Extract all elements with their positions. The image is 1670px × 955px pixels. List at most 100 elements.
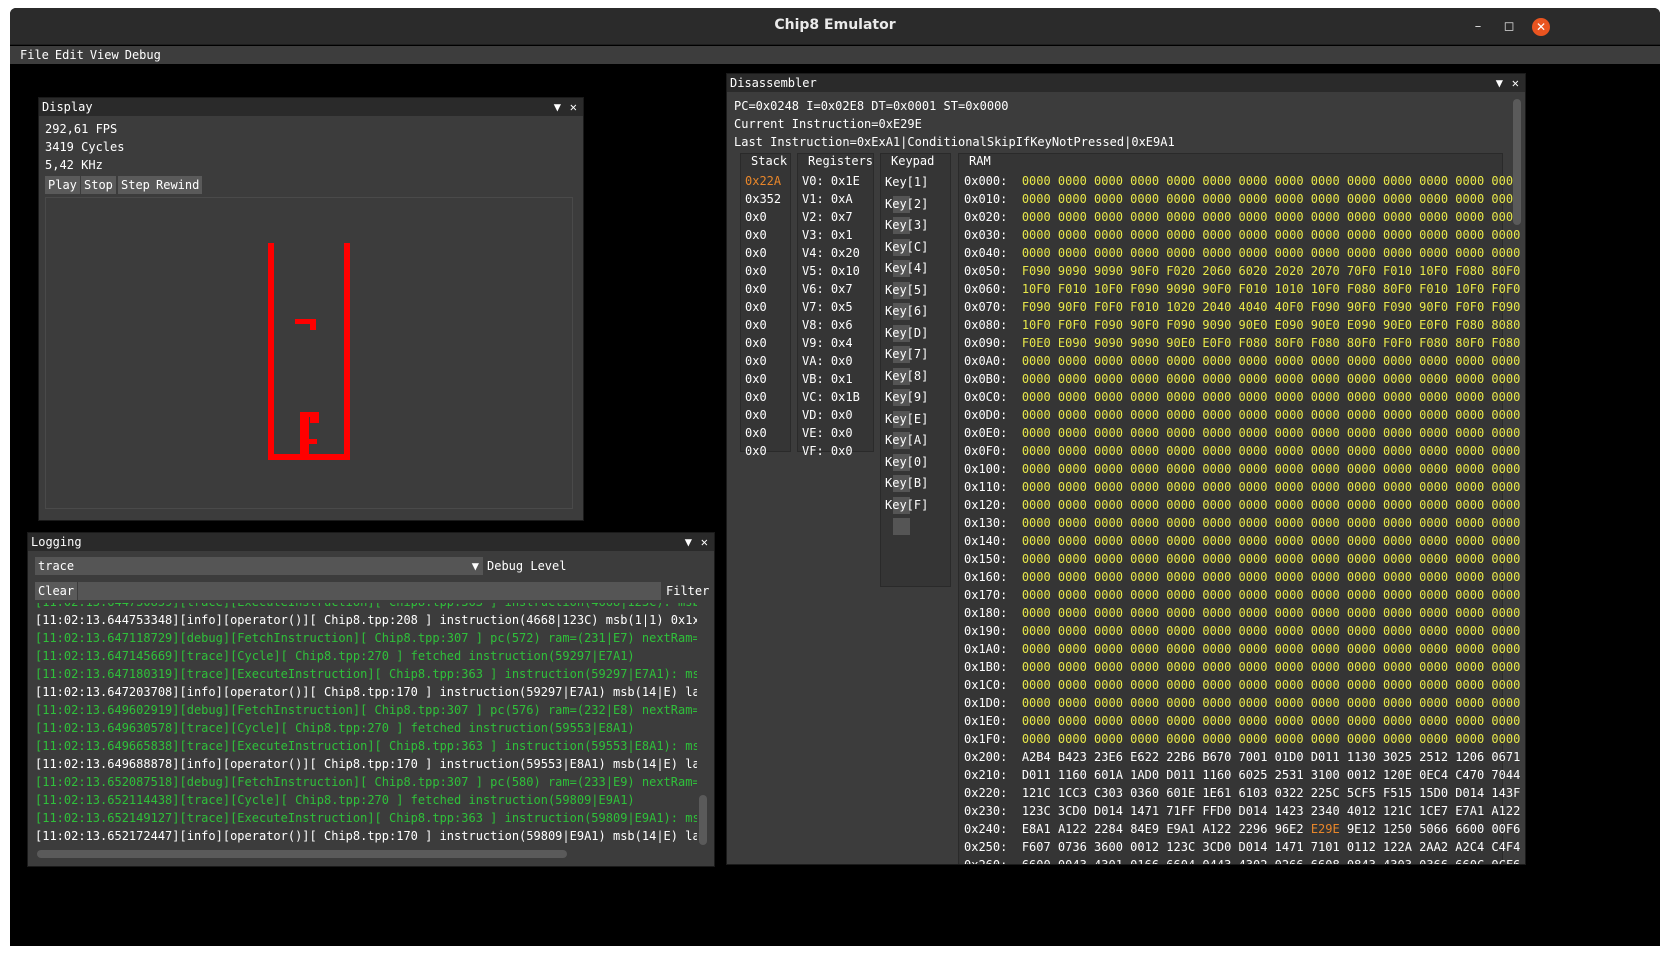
stack-title: Stack xyxy=(751,154,788,168)
filter-input[interactable] xyxy=(78,582,661,600)
maximize-button[interactable]: ◻ xyxy=(1500,18,1518,36)
ram-address: 0x080: xyxy=(964,318,1008,332)
keypad-key[interactable]: Key[F] xyxy=(885,495,950,535)
khz-readout: 5,42 KHz xyxy=(45,158,103,172)
keypad-key-label: Key[6] xyxy=(885,304,929,318)
ram-address: 0x200: xyxy=(964,750,1008,764)
collapse-icon[interactable]: ▼ xyxy=(685,533,692,551)
disassembler-scrollbar[interactable] xyxy=(1513,99,1521,225)
ram-row: 0x1B0: 0000 0000 0000 0000 0000 0000 000… xyxy=(964,658,1525,676)
ram-row: 0x1A0: 0000 0000 0000 0000 0000 0000 000… xyxy=(964,640,1525,658)
menu-file[interactable]: File xyxy=(17,46,52,64)
ram-address: 0x070: xyxy=(964,300,1008,314)
display-panel-title: Display xyxy=(42,100,93,114)
keypad-key[interactable]: Key[9] xyxy=(885,387,950,428)
keypad-key[interactable]: Key[C] xyxy=(885,237,950,277)
close-button[interactable]: ✕ xyxy=(1532,18,1550,36)
keypad-key[interactable]: Key[E] xyxy=(885,409,950,449)
log-lines: [11:02:13.644730859][trace][ExecuteInstr… xyxy=(35,603,697,845)
ram-address: 0x160: xyxy=(964,570,1008,584)
ram-address: 0x230: xyxy=(964,804,1008,818)
stack-entry: 0x0 xyxy=(745,372,767,386)
debug-level-select[interactable]: trace ▼ xyxy=(35,557,483,575)
close-icon[interactable]: ✕ xyxy=(570,98,577,116)
keypad-key-checkbox[interactable] xyxy=(893,518,910,535)
ram-address: 0x090: xyxy=(964,336,1008,350)
rewind-button[interactable]: Rewind xyxy=(153,176,203,194)
collapse-icon[interactable]: ▼ xyxy=(1496,74,1503,92)
keypad-key-label: Key[1] xyxy=(885,175,929,189)
keypad-key[interactable]: Key[6] xyxy=(885,301,950,342)
keypad-key[interactable]: Key[4] xyxy=(885,258,950,299)
ram-row: 0x020: 0000 0000 0000 0000 0000 0000 000… xyxy=(964,208,1525,226)
ram-row: 0x200: A2B4 B423 23E6 E622 22B6 B670 700… xyxy=(964,748,1525,766)
keypad-key[interactable]: Key[8] xyxy=(885,366,950,406)
register-entry: V0: 0x1E xyxy=(802,174,860,188)
close-icon[interactable]: ✕ xyxy=(1512,74,1519,92)
ram-row: 0x210: D011 1160 601A 1AD0 D011 1160 602… xyxy=(964,766,1525,784)
keypad-key[interactable]: Key[2] xyxy=(885,194,950,234)
logging-panel-header[interactable]: Logging ▼ ✕ xyxy=(28,533,714,551)
ram-row: 0x100: 0000 0000 0000 0000 0000 0000 000… xyxy=(964,460,1525,478)
log-vertical-scrollbar[interactable] xyxy=(699,795,707,845)
ram-address: 0x120: xyxy=(964,498,1008,512)
collapse-icon[interactable]: ▼ xyxy=(554,98,561,116)
keypad-key[interactable]: Key[1] xyxy=(885,172,950,213)
step-button[interactable]: Step xyxy=(118,176,153,194)
ram-title: RAM xyxy=(969,154,991,168)
log-line: [11:02:13.652087518][debug][FetchInstruc… xyxy=(35,775,697,789)
ram-address: 0x260: xyxy=(964,858,1008,865)
keypad-key-label: Key[D] xyxy=(885,325,929,340)
keypad-key[interactable]: Key[5] xyxy=(885,280,950,320)
ram-address: 0x0A0: xyxy=(964,354,1008,368)
register-entry: VB: 0x1 xyxy=(802,372,853,386)
close-icon[interactable]: ✕ xyxy=(701,533,708,551)
register-entry: V1: 0xA xyxy=(802,192,853,206)
play-button[interactable]: Play xyxy=(45,176,80,194)
ram-values: 0000 0000 0000 0000 0000 0000 0000 0000 … xyxy=(1021,408,1521,422)
disassembler-panel-header[interactable]: Disassembler ▼ ✕ xyxy=(727,74,1525,92)
ram-values: 0000 0000 0000 0000 0000 0000 0000 0000 … xyxy=(1021,444,1521,458)
stop-button[interactable]: Stop xyxy=(81,176,116,194)
ram-values: 0000 0000 0000 0000 0000 0000 0000 0000 … xyxy=(1021,480,1521,494)
ram-values: 123C 3CD0 D014 1471 71FF FFD0 D014 1423 … xyxy=(1021,804,1521,818)
stack-entry: 0x0 xyxy=(745,354,767,368)
ram-address: 0x100: xyxy=(964,462,1008,476)
clear-button[interactable]: Clear xyxy=(35,582,78,600)
ram-address: 0x110: xyxy=(964,480,1008,494)
ram-row: 0x1D0: 0000 0000 0000 0000 0000 0000 000… xyxy=(964,694,1525,712)
ram-address: 0x170: xyxy=(964,588,1008,602)
menu-view[interactable]: View xyxy=(87,46,122,64)
registers-title: Registers xyxy=(808,154,874,168)
keypad-key[interactable]: Key[D] xyxy=(885,323,950,363)
keypad-key[interactable]: Key[7] xyxy=(885,344,950,385)
menu-edit[interactable]: Edit xyxy=(52,46,87,64)
stack-entry: 0x352 xyxy=(745,192,782,206)
keypad-key-label: Key[B] xyxy=(885,476,929,490)
log-line: [11:02:13.647203708][info][operator()][ … xyxy=(35,685,697,699)
ram-row: 0x030: 0000 0000 0000 0000 0000 0000 000… xyxy=(964,226,1525,244)
menu-bar: File Edit View Debug xyxy=(10,46,1660,64)
ram-row: 0x040: 0000 0000 0000 0000 0000 0000 000… xyxy=(964,244,1525,262)
register-entry: VF: 0x0 xyxy=(802,444,853,458)
keypad-key[interactable]: Key[A] xyxy=(885,430,950,471)
ram-values: 0000 0000 0000 0000 0000 0000 0000 0000 … xyxy=(1021,390,1521,404)
keypad-key[interactable]: Key[B] xyxy=(885,473,950,514)
menu-debug[interactable]: Debug xyxy=(122,46,164,64)
keypad-key[interactable]: Key[0] xyxy=(885,452,950,492)
log-line: [11:02:13.652172447][info][operator()][ … xyxy=(35,829,697,843)
ram-row: 0x050: F090 9090 9090 90F0 F020 2060 602… xyxy=(964,262,1525,280)
register-entry: VE: 0x0 xyxy=(802,426,853,440)
stack-entry: 0x0 xyxy=(745,282,767,296)
stack-entry: 0x0 xyxy=(745,318,767,332)
chip8-screen xyxy=(45,197,573,509)
minimize-button[interactable]: – xyxy=(1469,18,1487,36)
ram-values: 0000 0000 0000 0000 0000 0000 0000 0000 … xyxy=(1021,552,1521,566)
ram-row: 0x060: 10F0 F010 10F0 F090 9090 90F0 F01… xyxy=(964,280,1525,298)
keypad-key[interactable]: Key[3] xyxy=(885,215,950,256)
log-line: [11:02:13.644753348][info][operator()][ … xyxy=(35,613,697,627)
display-panel-header[interactable]: Display ▼ ✕ xyxy=(39,98,583,116)
register-entry: V7: 0x5 xyxy=(802,300,853,314)
log-horizontal-scrollbar[interactable] xyxy=(37,850,567,858)
last-instruction: Last Instruction=0xExA1|ConditionalSkipI… xyxy=(734,135,1175,149)
